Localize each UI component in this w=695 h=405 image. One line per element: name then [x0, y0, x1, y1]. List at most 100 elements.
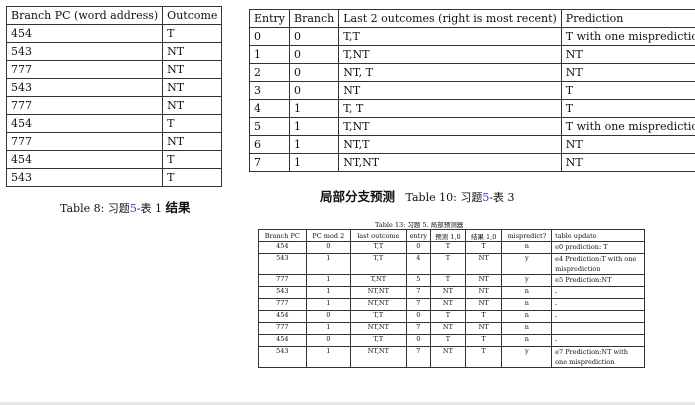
table-13-row-cell: 543	[258, 286, 307, 299]
table-13-row-cell: y	[501, 274, 553, 287]
table-13-row: 777 1 NT,NT 7 NT NT n	[258, 322, 645, 335]
table-8-row-cell: T	[162, 24, 223, 43]
table-13-row-cell: -	[551, 298, 645, 311]
table-8-row-cell: 543	[5, 168, 164, 187]
table-10-row-cell: T with one misprediction	[560, 27, 695, 46]
table-8-header-row: Branch PC (word address) Outcome	[5, 6, 223, 25]
table-13-row-cell: 777	[258, 322, 307, 335]
table-13-row-cell: NT	[464, 286, 503, 299]
table-10-row-cell: T	[560, 99, 695, 118]
table-10-row-cell: 1	[289, 117, 340, 136]
caption-annotation: 局部分支预测	[320, 189, 396, 204]
caption-prefix: Table 10: 习题	[405, 191, 483, 204]
caption-annotation: 结果	[165, 200, 191, 215]
table-13-header-table-update: table update	[551, 229, 645, 242]
table-8-row: 777 NT	[5, 96, 223, 115]
table-13-row: 454 0 T,T 0 T Tn -	[258, 334, 645, 347]
table-13-row-cell: n	[501, 322, 553, 335]
table-10-body: 0 0 T,T T with one misprediction 1 0 T,NT NT 2 0 N…	[248, 27, 695, 172]
table-10-row-cell: T,NT	[338, 45, 562, 64]
table-13-row-cell: NT	[464, 322, 503, 335]
table-8-row: 543 T	[5, 168, 223, 187]
table-13-row-cell: 1	[305, 253, 352, 275]
table-10-row-cell: 1	[289, 153, 340, 172]
table-13-row-cell: T	[430, 241, 466, 254]
table-10-row-cell: T,T	[338, 27, 562, 46]
table-13-header-mispredict: mispredict?	[501, 229, 553, 242]
table-13-row-cell: NT	[430, 286, 466, 299]
table-13-header-prediction: 预测 1,0	[430, 229, 466, 242]
table-8-row: 543 NT	[5, 78, 223, 97]
table-13-row-cell: NT	[464, 253, 503, 275]
caption-suffix: -表 1	[136, 202, 163, 215]
table-13-row: 543 1 NT,NT 7 NT NT n -	[258, 286, 645, 299]
caption-suffix: -表 3	[489, 191, 515, 204]
table-13-row-cell: e5 Prediction:NT	[551, 274, 645, 287]
table-10-row: 6 1 NT,T NT	[248, 135, 695, 154]
table-13-row-cell: T	[430, 274, 466, 287]
table-10-header-entry: Entry	[248, 9, 291, 28]
table-13-row-cell: 1	[305, 274, 352, 287]
table-10-row: 1 0 T,NT NT	[248, 45, 695, 64]
table-13-row-cell: NT,NT	[350, 286, 407, 299]
table-8-body: 454 T 543 NT 777 NT 543 NT 777 NT 454 T 777 NT 454 T 543…	[5, 24, 223, 187]
caption-ref-link[interactable]: 5	[130, 202, 137, 215]
table-8-row: 454 T	[5, 114, 223, 133]
table-13-header-result: 结果 1,0	[464, 229, 503, 242]
table-13-header-row: Branch PC PC mod 2 last outcome entry 预测…	[258, 229, 645, 242]
table-13-row-cell: e0 prediction: T	[551, 241, 645, 254]
table-8-row-cell: 543	[5, 42, 164, 61]
table-10-row-cell: NT	[560, 153, 695, 172]
table-8-row-cell: 454	[5, 24, 164, 43]
table-13-row: 454 0 T,T 0 T Tn e0 prediction: T	[258, 241, 645, 254]
table-8-row-cell: NT	[162, 78, 223, 97]
table-10-row-cell: 0	[289, 63, 340, 82]
table-13-row-cell: NT,NT	[350, 298, 407, 311]
table-13-row-cell: 1	[305, 346, 352, 368]
table-13-row-cell: 543	[258, 253, 307, 275]
table-13-header-entry: entry	[405, 229, 432, 242]
table-13-row-cell: T	[464, 334, 503, 347]
table-13-row-cell: n	[501, 241, 553, 254]
table-13-row-cell: n	[501, 310, 553, 323]
table-8-row: 777 NT	[5, 60, 223, 79]
table-10-row-cell: 4	[248, 99, 291, 118]
table-10-row-cell: NT	[560, 135, 695, 154]
table-8-row: 454 T	[5, 24, 223, 43]
table-10-row-cell: T,NT	[338, 117, 562, 136]
table-13-row-cell: 454	[258, 310, 307, 323]
table-10-row-cell: T	[560, 81, 695, 100]
table-13-row-cell: 454	[258, 241, 307, 254]
table-13-header-pc-mod-2: PC mod 2	[305, 229, 352, 242]
table-13-row-cell: T,T	[350, 310, 407, 323]
table-10-row-cell: NT, T	[338, 63, 562, 82]
table-13-row-cell: NT	[464, 274, 503, 287]
table-10-header-row: Entry Branch Last 2 outcomes (right is m…	[248, 9, 695, 28]
table-13-row-cell: 0	[405, 334, 432, 347]
table-13-row-cell: 7	[405, 298, 432, 311]
table-10-row-cell: 0	[289, 81, 340, 100]
table-13-row-cell: 5	[405, 274, 432, 287]
table-8-row-cell: T	[162, 168, 223, 187]
table-13-row-cell: 0	[405, 241, 432, 254]
table-13-row-cell: 7	[405, 346, 432, 368]
table-13-row-cell: 454	[258, 334, 307, 347]
table-10-row-cell: T with one misprediction	[560, 117, 695, 136]
table-13-row-cell: 1	[305, 322, 352, 335]
table-13-row: 543 1 NT,NT 7 NT Ty e7 Prediction:NT with one …	[258, 346, 645, 368]
table-10-row-cell: 1	[289, 135, 340, 154]
table-13-row-cell: 0	[305, 334, 352, 347]
table-13-row-cell: NT,NT	[350, 346, 407, 368]
table-13-row-cell: 777	[258, 274, 307, 287]
table-13-row-cell: T,T	[350, 334, 407, 347]
table-13-row-cell: T	[430, 310, 466, 323]
table-8: Branch PC (word address) Outcome 454 T 543…	[5, 6, 223, 187]
table-10-row-cell: NT	[560, 63, 695, 82]
table-10-caption: 局部分支预测 Table 10: 习题5-表 3	[320, 186, 515, 205]
table-8-row-cell: NT	[162, 96, 223, 115]
table-13-row-cell: 0	[305, 241, 352, 254]
table-13-row-cell: NT	[464, 298, 503, 311]
table-13-row: 454 0 T,T 0 T Tn -	[258, 310, 645, 323]
table-13-header-last-outcome: last outcome	[350, 229, 407, 242]
table-10-row: 7 1 NT,NT NT	[248, 153, 695, 172]
